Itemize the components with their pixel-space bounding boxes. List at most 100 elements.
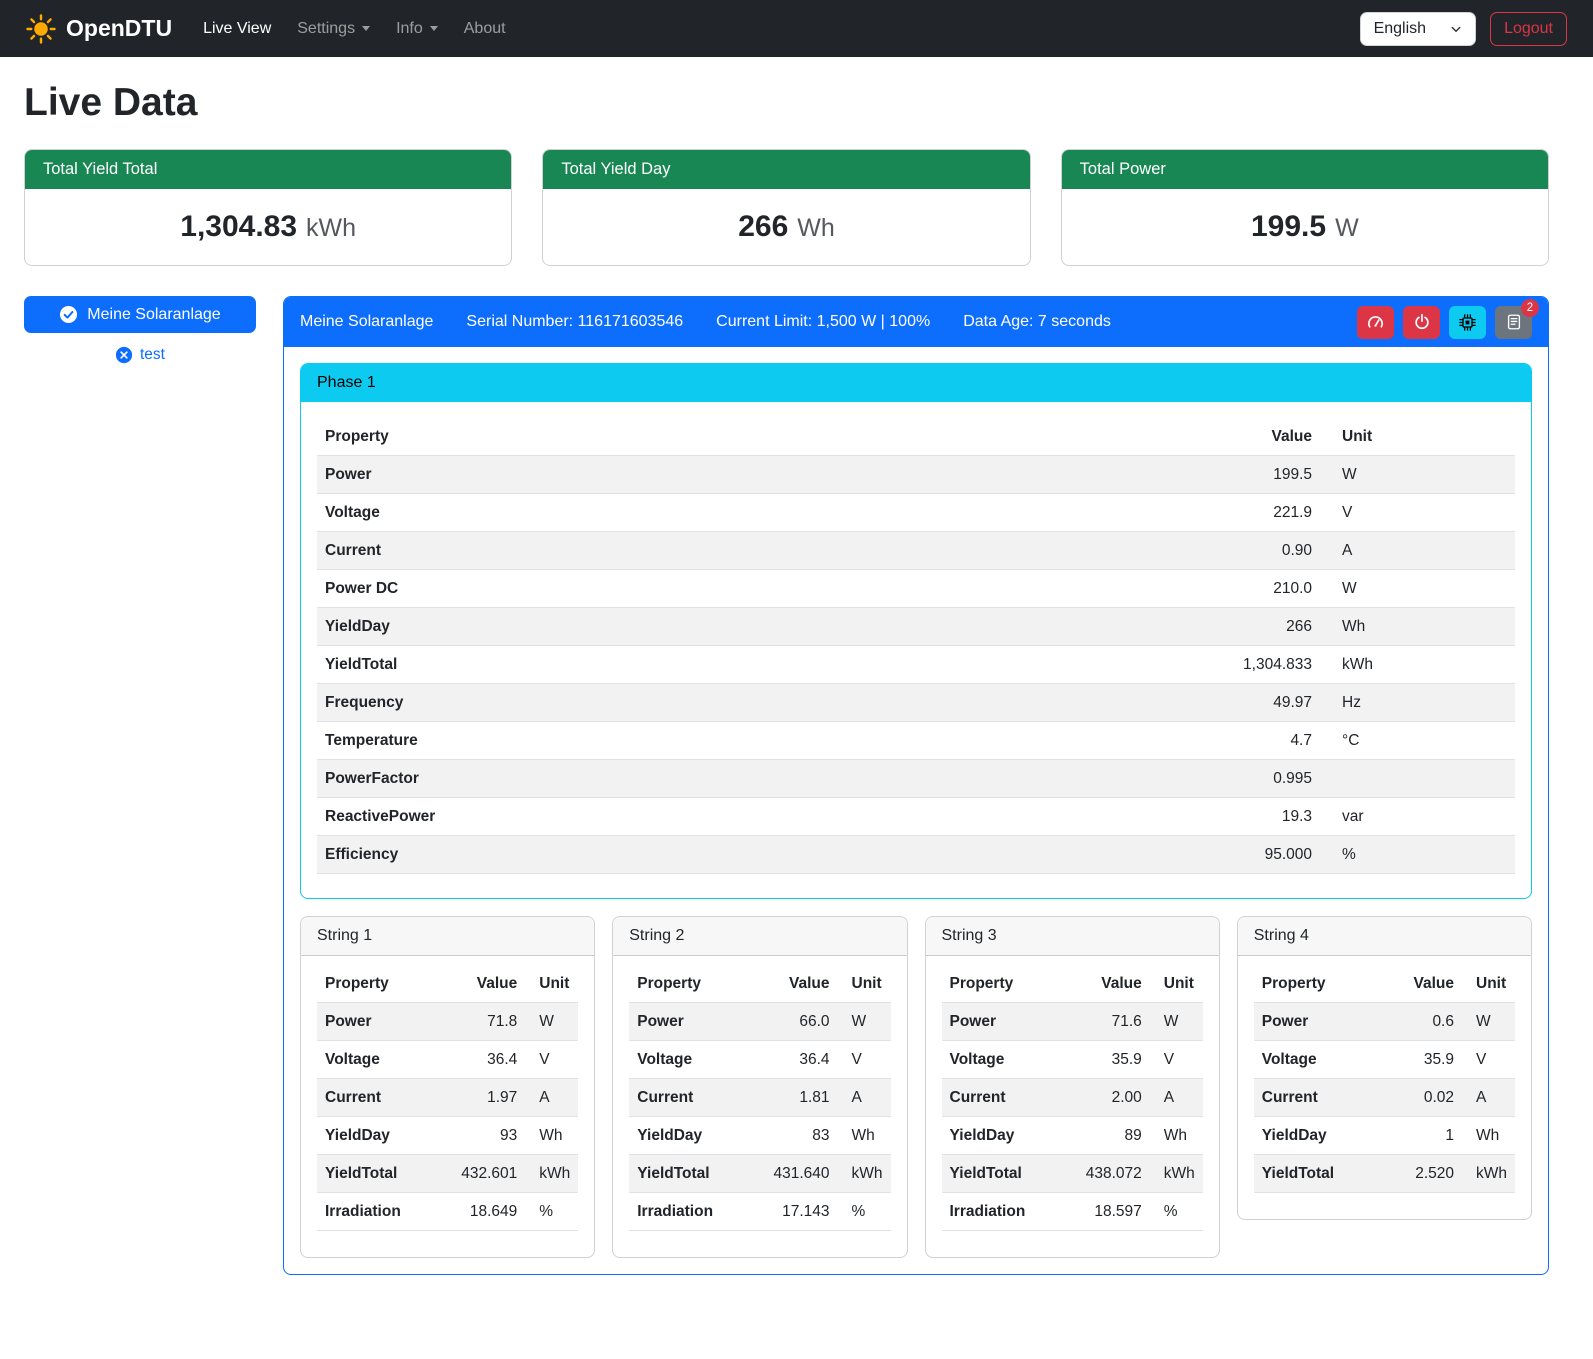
table-row: Power 71.6 W [942,1003,1203,1041]
inverter-data-age: Data Age: 7 seconds [963,313,1111,331]
table-body: Power 71.8 W Voltage 36.4 V [317,1003,578,1231]
device-info-button[interactable] [1449,306,1486,339]
row-unit: A [1320,532,1515,570]
string-table: Property Value Unit Power [1254,965,1515,1193]
table-header-row: Property Value Unit [942,965,1203,1003]
nav-settings[interactable]: Settings [284,12,383,46]
inverter-test-label: test [140,346,165,364]
string-card-4: String 4 Property Value Unit [1237,916,1532,1220]
power-button[interactable] [1403,306,1440,339]
string-table: Property Value Unit Power [942,965,1203,1231]
row-value: 266 [1215,608,1320,646]
table-row: YieldDay 1 Wh [1254,1117,1515,1155]
event-log-button[interactable]: 2 [1495,306,1532,339]
row-value: 18.597 [1074,1193,1150,1231]
table-row: Current 1.81 A [629,1079,890,1117]
row-value: 210.0 [1215,570,1320,608]
row-unit: A [838,1079,891,1117]
row-property: Frequency [317,684,1215,722]
string-card-1: String 1 Property Value Unit [300,916,595,1258]
table-row: Voltage 36.4 V [629,1041,890,1079]
string-table: Property Value Unit Power [317,965,578,1231]
summary-card-title: Total Power [1062,150,1548,189]
table-row: YieldDay 83 Wh [629,1117,890,1155]
row-property: Efficiency [317,836,1215,874]
table-header-row: Property Value Unit [317,965,578,1003]
row-value: 89 [1074,1117,1150,1155]
row-property: Voltage [942,1041,1074,1079]
row-value: 199.5 [1215,456,1320,494]
row-unit [1320,760,1515,798]
row-property: YieldTotal [942,1155,1074,1193]
nav-live-view[interactable]: Live View [190,12,284,46]
top-navbar: OpenDTU Live View Settings Info About En… [0,0,1593,57]
table-row: YieldDay 93 Wh [317,1117,578,1155]
table-row: Efficiency 95.000 % [317,836,1515,874]
row-unit: Wh [1462,1117,1515,1155]
string-table: Property Value Unit Power [629,965,890,1231]
table-row: ReactivePower 19.3 var [317,798,1515,836]
row-value: 95.000 [1215,836,1320,874]
table-row: Power 0.6 W [1254,1003,1515,1041]
row-value: 93 [449,1117,525,1155]
row-value: 19.3 [1215,798,1320,836]
row-property: Power [317,1003,449,1041]
column-header-unit: Unit [1320,418,1515,456]
nav-right: English Logout [1360,12,1567,46]
brand-name: OpenDTU [66,15,172,42]
row-value: 432.601 [449,1155,525,1193]
row-value: 221.9 [1215,494,1320,532]
language-select[interactable]: English [1360,12,1476,46]
row-unit: % [525,1193,578,1231]
row-unit: W [1320,456,1515,494]
row-value: 71.6 [1074,1003,1150,1041]
row-property: Current [317,1079,449,1117]
summary-card-unit: Wh [797,214,835,242]
table-row: Irradiation 18.597 % [942,1193,1203,1231]
row-property: Current [317,532,1215,570]
row-value: 1 [1386,1117,1462,1155]
row-value: 17.143 [762,1193,838,1231]
column-header-property: Property [317,965,449,1003]
row-property: YieldDay [317,608,1215,646]
string-card-title: String 3 [926,917,1219,956]
row-property: YieldDay [317,1117,449,1155]
inverter-button-test[interactable]: test [24,346,256,364]
row-value: 0.6 [1386,1003,1462,1041]
logout-button[interactable]: Logout [1490,12,1567,46]
table-row: YieldTotal 1,304.833 kWh [317,646,1515,684]
brand[interactable]: OpenDTU [26,14,172,44]
row-unit: V [1320,494,1515,532]
limit-settings-button[interactable] [1357,306,1394,339]
nav-about[interactable]: About [451,12,519,46]
nav-info[interactable]: Info [383,12,451,46]
column-header-value: Value [449,965,525,1003]
x-circle-icon [115,346,133,364]
column-header-unit: Unit [525,965,578,1003]
row-property: Voltage [317,494,1215,532]
inverter-name: Meine Solaranlage [300,313,433,331]
row-property: Irradiation [629,1193,761,1231]
row-property: Temperature [317,722,1215,760]
gauge-icon [1366,313,1385,332]
phase-title: Phase 1 [301,364,1531,402]
row-property: Power [317,456,1215,494]
string-card-title: String 4 [1238,917,1531,956]
row-unit: W [525,1003,578,1041]
row-unit: % [838,1193,891,1231]
row-unit: Wh [1320,608,1515,646]
table-row: Irradiation 17.143 % [629,1193,890,1231]
row-property: YieldTotal [317,646,1215,684]
table-header-row: Property Value Unit [317,418,1515,456]
table-row: Power DC 210.0 W [317,570,1515,608]
language-selected-value: English [1374,20,1426,38]
table-header-row: Property Value Unit [629,965,890,1003]
summary-card-total-yield-total: Total Yield Total 1,304.83kWh [24,149,512,266]
summary-card-value: 199.5 [1251,210,1326,243]
inverter-button-active[interactable]: Meine Solaranlage [24,296,256,333]
string-cards: String 1 Property Value Unit [300,916,1532,1258]
row-value: 0.02 [1386,1079,1462,1117]
row-unit: kWh [1150,1155,1203,1193]
row-value: 1.81 [762,1079,838,1117]
row-unit: V [1150,1041,1203,1079]
